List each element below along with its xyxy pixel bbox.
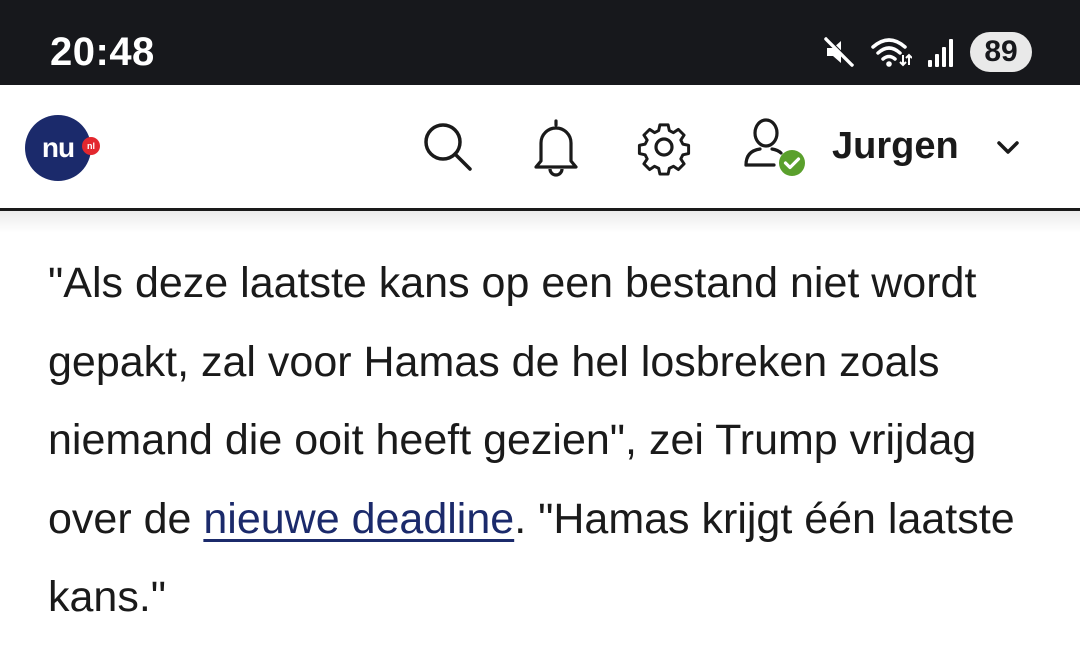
app-header: nu nl Jurgen — [0, 85, 1080, 211]
header-shadow — [0, 211, 1080, 233]
status-icons: 89 — [822, 30, 1032, 74]
chevron-down-icon — [993, 132, 1023, 167]
account-dropdown-toggle[interactable] — [976, 117, 1040, 181]
wifi-icon — [870, 35, 912, 69]
status-time: 20:48 — [50, 30, 155, 74]
nu-logo[interactable]: nu nl — [25, 115, 100, 181]
gear-icon — [635, 118, 693, 181]
mute-icon — [822, 35, 856, 69]
search-icon — [420, 119, 476, 180]
notifications-button[interactable] — [524, 117, 588, 181]
logo-text: nu — [41, 132, 75, 163]
settings-button[interactable] — [632, 117, 696, 181]
status-bar: 20:48 89 — [0, 0, 1080, 85]
signal-icon — [926, 36, 956, 68]
battery-indicator: 89 — [970, 32, 1032, 72]
bell-icon — [530, 117, 582, 182]
article-paragraph: "Als deze laatste kans op een bestand ni… — [48, 244, 1048, 637]
account-button[interactable] — [740, 117, 805, 181]
search-button[interactable] — [416, 117, 480, 181]
user-icon — [738, 113, 806, 186]
user-name[interactable]: Jurgen — [832, 125, 959, 168]
logo-badge: nl — [82, 137, 100, 155]
deadline-link[interactable]: nieuwe deadline — [203, 495, 514, 543]
